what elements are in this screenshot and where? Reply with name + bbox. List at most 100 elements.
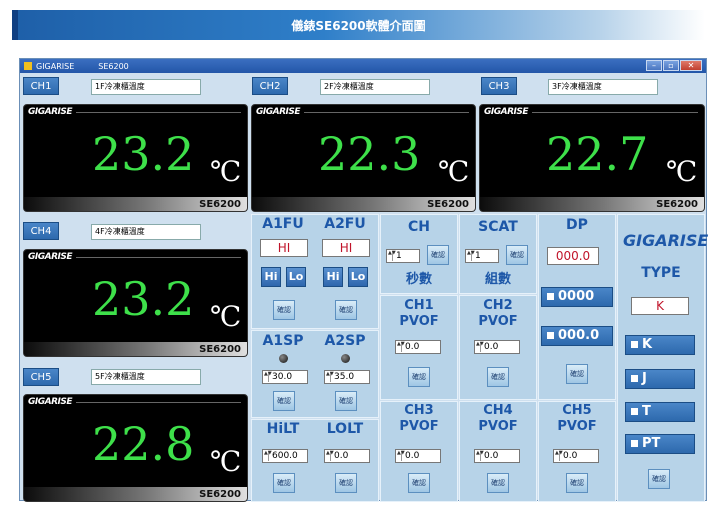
ch4pvof-label-top: CH4 (483, 403, 513, 418)
radio-icon (631, 408, 638, 415)
ch3pvof-confirm-button[interactable]: 確認 (408, 473, 430, 493)
spinner-icon[interactable]: ▲▼ (467, 251, 475, 261)
a1sp-confirm-button[interactable]: 確認 (273, 391, 295, 411)
window-titlebar[interactable]: GIGARISE SE6200 – ▫ ✕ (20, 59, 706, 73)
lolt-confirm-button[interactable]: 確認 (335, 473, 357, 493)
ch3-tag[interactable]: CH3 (481, 77, 517, 95)
ch2-name-field[interactable]: 2F冷凍櫃溫度 (320, 79, 430, 95)
a1-lo-button[interactable]: Lo (286, 267, 306, 287)
a2sp-confirm-button[interactable]: 確認 (335, 391, 357, 411)
ch-label: CH (408, 219, 430, 235)
dp-option-000-0[interactable]: 000.0 (541, 326, 613, 346)
type-option-k[interactable]: K (625, 335, 695, 355)
a2sp-value: 35.0 (334, 372, 355, 382)
a1sp-input[interactable]: ▲▼ 30.0 (262, 370, 308, 384)
ch2-display: GIGARISE 22.3 ℃ SE6200 (251, 104, 476, 212)
brand-logo: GIGARISE (484, 107, 529, 117)
ch2-tag[interactable]: CH2 (252, 77, 288, 95)
ch1-name-field[interactable]: 1F冷凍櫃溫度 (91, 79, 201, 95)
dp-field[interactable]: 000.0 (547, 247, 599, 265)
ch5pvof-confirm-button[interactable]: 確認 (566, 473, 588, 493)
a1fu-confirm-button[interactable]: 確認 (273, 300, 295, 320)
lolt-input[interactable]: ▲▼ 0.0 (324, 449, 370, 463)
ch4-display: GIGARISE 23.2 ℃ SE6200 (23, 249, 248, 357)
a2-lo-button[interactable]: Lo (348, 267, 368, 287)
type-label: TYPE (641, 265, 681, 281)
ch4-unit: ℃ (210, 300, 242, 333)
lolt-label: LOLT (326, 421, 364, 437)
ch5pvof-input[interactable]: ▲▼ 0.0 (553, 449, 599, 463)
spinner-icon[interactable]: ▲▼ (555, 451, 563, 461)
spinner-icon[interactable]: ▲▼ (397, 342, 405, 352)
a1fu-field[interactable]: HI (260, 239, 308, 257)
a1sp-value: 30.0 (272, 372, 293, 382)
a2-hi-button[interactable]: Hi (323, 267, 343, 287)
ch3pvof-input[interactable]: ▲▼ 0.0 (395, 449, 441, 463)
a2sp-label: A2SP (324, 333, 366, 349)
scat-confirm-button[interactable]: 確認 (506, 245, 528, 265)
banner-accent (12, 10, 18, 40)
ch1pvof-label-top: CH1 (404, 298, 434, 313)
ch5pvof-value: 0.0 (563, 451, 578, 461)
scat-input[interactable]: ▲▼ 1 (465, 249, 499, 263)
type-confirm-button[interactable]: 確認 (648, 469, 670, 489)
dp-option-0000[interactable]: 0000 (541, 287, 613, 307)
ch2pvof-confirm-button[interactable]: 確認 (487, 367, 509, 387)
minimize-button[interactable]: – (646, 60, 662, 71)
hilt-input[interactable]: ▲▼ 600.0 (262, 449, 308, 463)
a2fu-confirm-button[interactable]: 確認 (335, 300, 357, 320)
radio-icon (631, 341, 638, 348)
ch1pvof-confirm-button[interactable]: 確認 (408, 367, 430, 387)
ch-seconds-label: 秒數 (405, 272, 432, 287)
maximize-button[interactable]: ▫ (663, 60, 679, 71)
a1-hi-button[interactable]: Hi (261, 267, 281, 287)
scat-value: 1 (475, 251, 481, 261)
brand-logo-icon: GIGARISE (623, 231, 709, 250)
brand-logo: GIGARISE (256, 107, 301, 117)
ch4-model: SE6200 (199, 344, 241, 355)
ch2pvof-input[interactable]: ▲▼ 0.0 (474, 340, 520, 354)
type-field[interactable]: K (631, 297, 689, 315)
radio-icon (547, 293, 554, 300)
type-option-t[interactable]: T (625, 402, 695, 422)
spinner-icon[interactable]: ▲▼ (476, 342, 484, 352)
type-option-k-label: K (642, 337, 653, 352)
spinner-icon[interactable]: ▲▼ (388, 251, 396, 261)
brand-logo: GIGARISE (28, 397, 73, 407)
ch-input[interactable]: ▲▼ 1 (386, 249, 420, 263)
ch-confirm-button[interactable]: 確認 (427, 245, 449, 265)
spinner-icon[interactable]: ▲▼ (326, 451, 334, 461)
a2sp-input[interactable]: ▲▼ 35.0 (324, 370, 370, 384)
brand-logo: GIGARISE (28, 252, 73, 262)
ch5-model: SE6200 (199, 489, 241, 500)
ch2-value: 22.3 (318, 127, 421, 181)
ch3-name-field[interactable]: 3F冷凍櫃溫度 (548, 79, 658, 95)
spinner-icon[interactable]: ▲▼ (476, 451, 484, 461)
spinner-icon[interactable]: ▲▼ (264, 372, 272, 382)
app-logo-icon (24, 62, 32, 70)
spinner-icon[interactable]: ▲▼ (326, 372, 334, 382)
ch5-display: GIGARISE 22.8 ℃ SE6200 (23, 394, 248, 502)
type-option-pt[interactable]: PT (625, 434, 695, 454)
ch2-model: SE6200 (427, 199, 469, 210)
type-option-j[interactable]: J (625, 369, 695, 389)
ch3-model: SE6200 (656, 199, 698, 210)
hilt-confirm-button[interactable]: 確認 (273, 473, 295, 493)
ch4-tag[interactable]: CH4 (23, 222, 59, 240)
ch4pvof-input[interactable]: ▲▼ 0.0 (474, 449, 520, 463)
ch4-name-field[interactable]: 4F冷凍櫃溫度 (91, 224, 201, 240)
ch4pvof-confirm-button[interactable]: 確認 (487, 473, 509, 493)
radio-icon (631, 440, 638, 447)
a2fu-field[interactable]: HI (322, 239, 370, 257)
ch3pvof-value: 0.0 (405, 451, 420, 461)
ch1-model: SE6200 (199, 199, 241, 210)
close-button[interactable]: ✕ (680, 60, 702, 71)
ch5-tag[interactable]: CH5 (23, 368, 59, 386)
ch1pvof-input[interactable]: ▲▼ 0.0 (395, 340, 441, 354)
ch1pvof-label-bottom: PVOF (399, 314, 439, 329)
dp-confirm-button[interactable]: 確認 (566, 364, 588, 384)
ch5-name-field[interactable]: 5F冷凍櫃溫度 (91, 369, 201, 385)
ch1-tag[interactable]: CH1 (23, 77, 59, 95)
spinner-icon[interactable]: ▲▼ (264, 451, 272, 461)
spinner-icon[interactable]: ▲▼ (397, 451, 405, 461)
